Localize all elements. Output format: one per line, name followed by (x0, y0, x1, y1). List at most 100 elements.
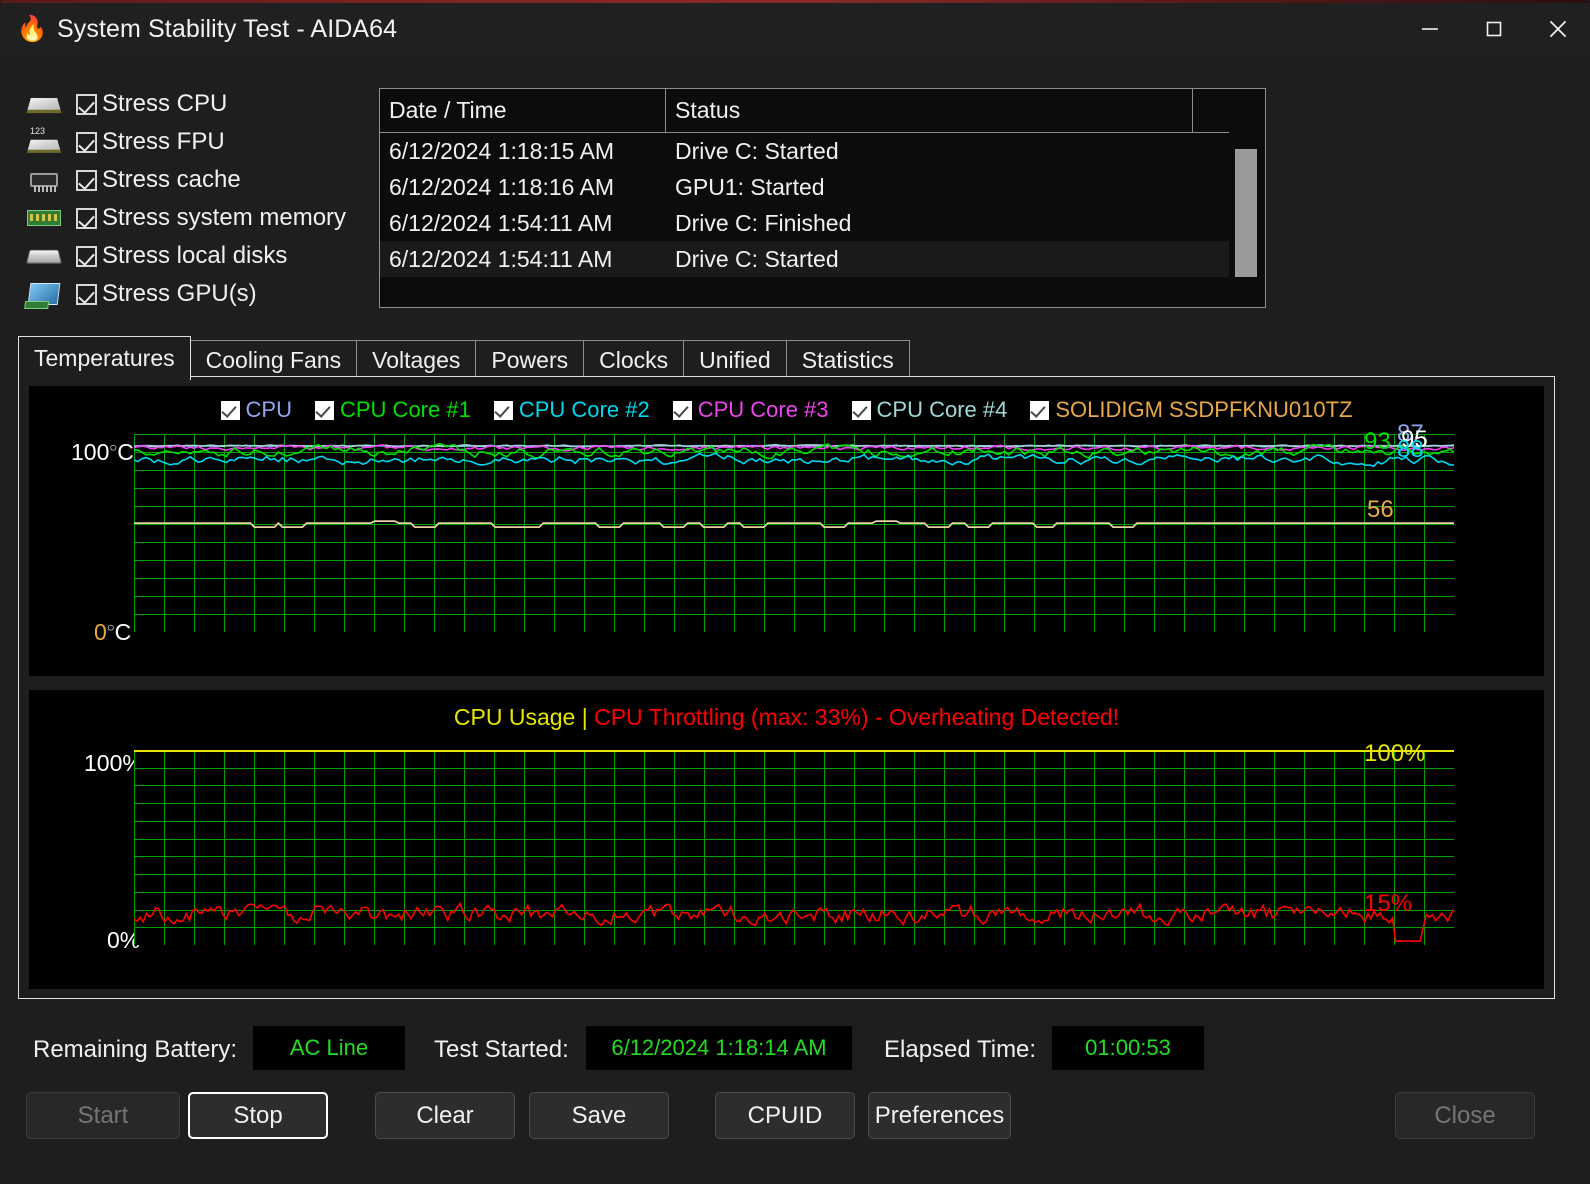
stress-memory-label: Stress system memory (102, 204, 347, 231)
temp-axis-bottom-label: 0○C (94, 619, 132, 645)
legend-item-cpu-core-1[interactable]: CPU Core #1 (315, 397, 471, 423)
legend-checkbox-cpu-core-1[interactable] (315, 400, 334, 420)
legend-item-cpu-core-4[interactable]: CPU Core #4 (851, 397, 1008, 423)
stress-disks-checkbox[interactable] (76, 245, 97, 267)
legend-item-solidigm-ssd[interactable]: SOLIDIGM SSDPFKNU010TZ (1030, 397, 1352, 423)
temperature-plot-svg (133, 434, 1455, 633)
title-accent-line (0, 0, 1590, 3)
legend-item-cpu[interactable]: CPU (220, 397, 292, 423)
column-header-status[interactable]: Status (666, 89, 1193, 132)
table-row[interactable]: 6/12/2024 1:54:11 AM Drive C: Started (380, 241, 1265, 277)
stress-option-cache[interactable]: Stress cache (26, 161, 386, 199)
legend-checkbox-solidigm-ssd[interactable] (1030, 400, 1050, 420)
log-status: Drive C: Started (675, 245, 839, 272)
test-started-label: Test Started: (434, 1036, 569, 1063)
tab-temperatures[interactable]: Temperatures (18, 336, 191, 380)
usage-right-value-label: 15% (1364, 890, 1413, 917)
cpu-usage-chart-title: CPU Usage | CPU Throttling (max: 33%) - … (29, 704, 1544, 731)
stop-button[interactable]: Stop (188, 1092, 328, 1139)
preferences-button[interactable]: Preferences (868, 1092, 1011, 1139)
usage-right-top-label: 100% (1364, 740, 1426, 767)
log-datetime: 6/12/2024 1:54:11 AM (389, 245, 613, 272)
log-scrollbar[interactable] (1229, 89, 1265, 307)
stress-cache-label: Stress cache (102, 166, 241, 193)
temp-axis-top-label: 100○C (71, 439, 134, 465)
remaining-battery-value: AC Line (253, 1026, 405, 1070)
temp-value-cpu-core-2: 88 (1397, 436, 1424, 463)
log-status: Drive C: Finished (675, 209, 852, 236)
window-controls (1398, 0, 1590, 58)
cpu-usage-chart: CPU Usage | CPU Throttling (max: 33%) - … (29, 690, 1544, 989)
cpu-usage-plot-area (133, 750, 1455, 946)
tab-unified[interactable]: Unified (683, 340, 787, 380)
log-datetime: 6/12/2024 1:18:15 AM (389, 137, 615, 164)
event-log-table[interactable]: Date / Time Status 6/12/2024 1:18:15 AM … (379, 88, 1266, 308)
stress-cpu-checkbox[interactable] (76, 93, 97, 115)
cpu-usage-plot-svg (133, 750, 1455, 946)
close-icon[interactable] (1526, 0, 1590, 58)
clear-button[interactable]: Clear (375, 1092, 515, 1139)
stress-option-cpu[interactable]: Stress CPU (26, 85, 386, 123)
minimize-icon[interactable] (1398, 0, 1462, 58)
start-button[interactable]: Start (26, 1092, 180, 1139)
graph-panel: CPU CPU Core #1 CPU Core #2 CPU Core #3 … (18, 376, 1555, 999)
legend-label-cpu-core-3: CPU Core #3 (697, 397, 829, 422)
legend-checkbox-cpu-core-3[interactable] (672, 400, 692, 420)
table-row[interactable]: 6/12/2024 1:54:11 AM Drive C: Finished (380, 205, 1265, 241)
stress-option-fpu[interactable]: 123 Stress FPU (26, 123, 386, 161)
save-button[interactable]: Save (529, 1092, 669, 1139)
stress-option-gpu[interactable]: Stress GPU(s) (26, 275, 386, 313)
tab-clocks[interactable]: Clocks (583, 340, 685, 380)
temp-value-solidigm-ssd: 56 (1367, 496, 1394, 523)
cpu-throttling-warning: CPU Throttling (max: 33%) - Overheating … (594, 704, 1120, 730)
flame-icon: 🔥 (16, 14, 48, 43)
stress-option-memory[interactable]: Stress system memory (26, 199, 386, 237)
legend-checkbox-cpu-core-2[interactable] (493, 400, 513, 420)
stress-fpu-checkbox[interactable] (76, 131, 97, 153)
tab-cooling-fans[interactable]: Cooling Fans (189, 340, 358, 380)
maximize-icon[interactable] (1462, 0, 1526, 58)
stress-disks-label: Stress local disks (102, 242, 288, 269)
remaining-battery-label: Remaining Battery: (33, 1036, 238, 1063)
chart-tabs: Temperatures Cooling Fans Voltages Power… (18, 336, 910, 380)
stress-options-list: Stress CPU 123 Stress FPU Stress cache S… (26, 85, 386, 313)
tab-statistics[interactable]: Statistics (785, 340, 910, 380)
log-status: GPU1: Started (675, 173, 825, 200)
legend-label-cpu: CPU (245, 397, 292, 422)
cpu-chip-icon (26, 89, 62, 119)
cache-chip-icon (26, 165, 62, 195)
stress-memory-checkbox[interactable] (76, 207, 97, 229)
table-row[interactable]: 6/12/2024 1:18:15 AM Drive C: Started (380, 133, 1265, 169)
log-datetime: 6/12/2024 1:54:11 AM (389, 209, 613, 236)
tab-powers[interactable]: Powers (475, 340, 585, 380)
stress-cache-checkbox[interactable] (76, 169, 97, 191)
stress-cpu-label: Stress CPU (102, 90, 228, 117)
event-log-header: Date / Time Status (380, 89, 1265, 133)
tab-voltages[interactable]: Voltages (356, 340, 477, 380)
test-started-value: 6/12/2024 1:18:14 AM (586, 1026, 852, 1070)
temp-value-cpu-core-1: 93 (1364, 428, 1391, 455)
legend-label-solidigm-ssd: SOLIDIGM SSDPFKNU010TZ (1055, 397, 1353, 422)
table-row[interactable]: 6/12/2024 1:18:16 AM GPU1: Started (380, 169, 1265, 205)
legend-checkbox-cpu[interactable] (220, 400, 240, 420)
hard-disk-icon (26, 241, 62, 271)
legend-label-cpu-core-2: CPU Core #2 (518, 397, 650, 422)
legend-label-cpu-core-4: CPU Core #4 (876, 397, 1008, 422)
column-header-datetime[interactable]: Date / Time (380, 89, 666, 132)
title-bar: 🔥 System Stability Test - AIDA64 (0, 0, 1590, 58)
temperature-chart: CPU CPU Core #1 CPU Core #2 CPU Core #3 … (29, 386, 1544, 676)
legend-item-cpu-core-3[interactable]: CPU Core #3 (672, 397, 829, 423)
memory-module-icon (26, 203, 62, 233)
log-scrollbar-thumb[interactable] (1235, 149, 1257, 277)
close-button[interactable]: Close (1395, 1092, 1535, 1139)
stress-gpu-checkbox[interactable] (76, 283, 97, 305)
stress-option-disks[interactable]: Stress local disks (26, 237, 386, 275)
temperature-plot-area (133, 434, 1455, 633)
elapsed-time-label: Elapsed Time: (884, 1036, 1037, 1063)
cpuid-button[interactable]: CPUID (715, 1092, 855, 1139)
legend-item-cpu-core-2[interactable]: CPU Core #2 (493, 397, 650, 423)
legend-checkbox-cpu-core-4[interactable] (851, 400, 871, 420)
elapsed-time-value: 01:00:53 (1052, 1026, 1204, 1070)
button-bar: Start Stop Clear Save CPUID Preferences … (0, 1092, 1590, 1144)
legend-label-cpu-core-1: CPU Core #1 (340, 397, 471, 422)
